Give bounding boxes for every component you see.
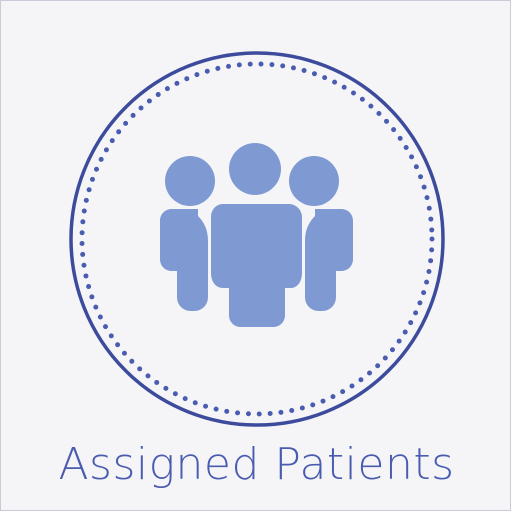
tile-label: Assigned Patients xyxy=(58,439,455,490)
assigned-patients-tile[interactable]: Assigned Patients xyxy=(0,0,511,511)
patient-group-icon xyxy=(160,143,353,327)
